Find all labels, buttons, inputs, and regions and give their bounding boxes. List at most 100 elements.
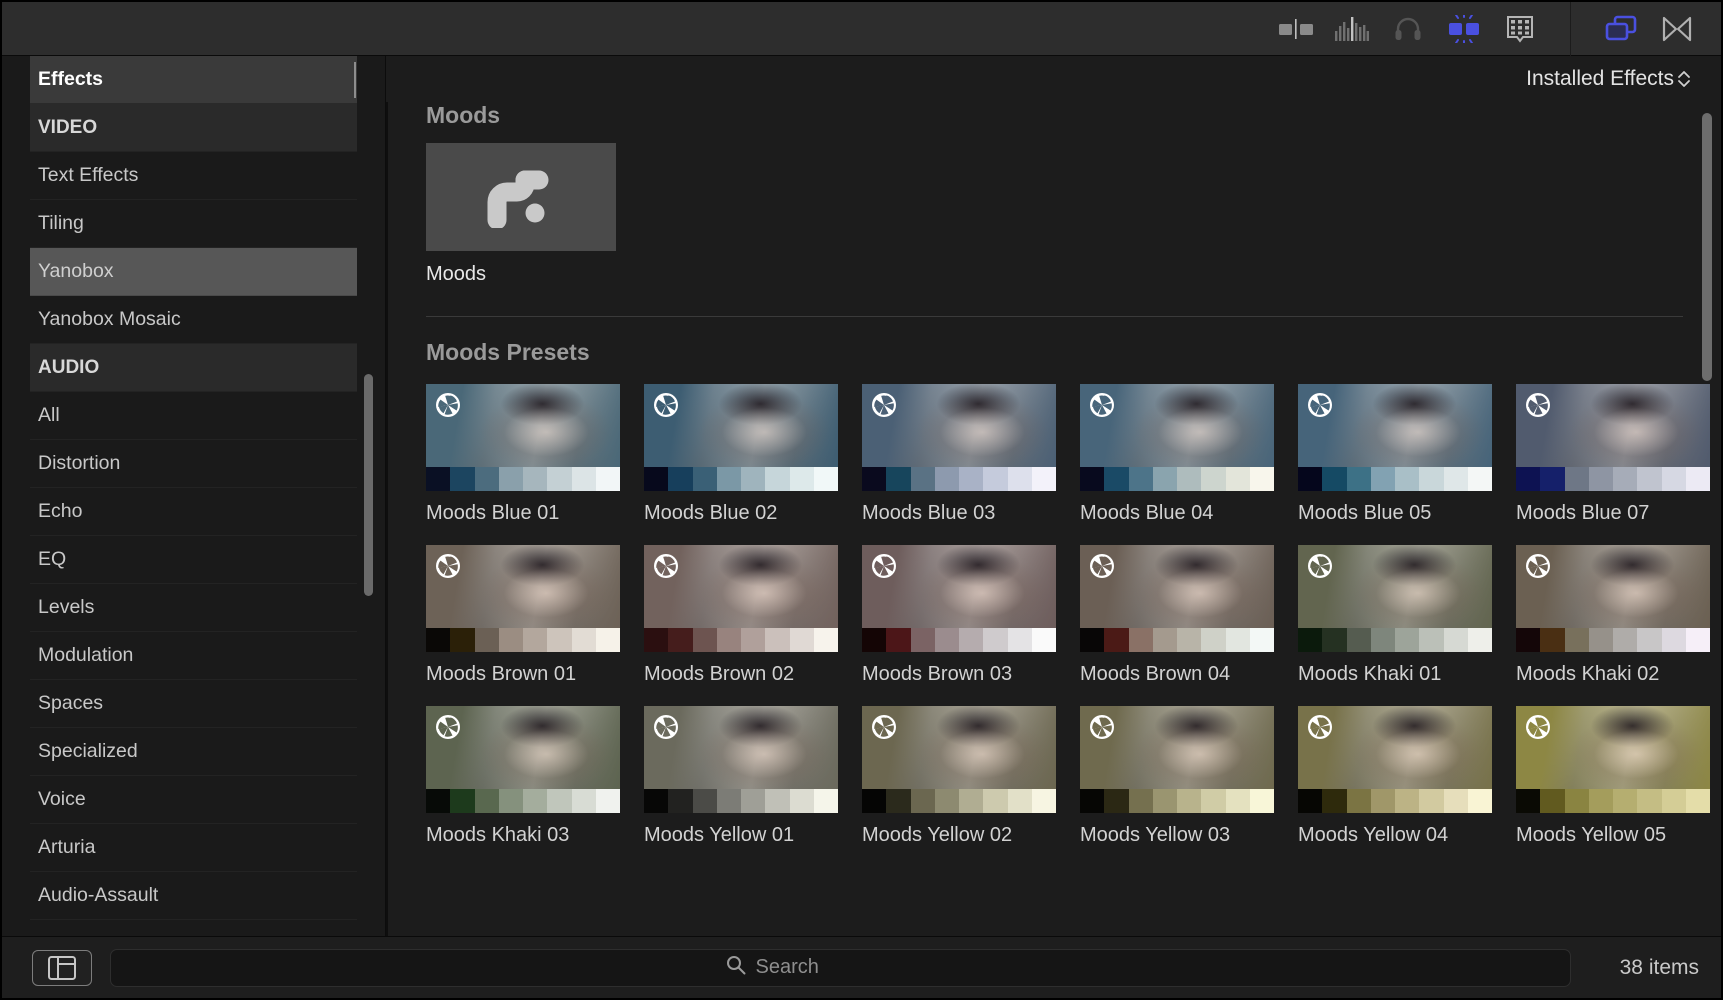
split-clip-icon[interactable] xyxy=(1268,2,1324,56)
preset-item[interactable]: Moods Blue 03 xyxy=(862,384,1080,525)
film-strip-icon[interactable] xyxy=(1492,2,1548,56)
preset-thumbnail[interactable] xyxy=(1516,706,1710,813)
sidebar-item-yanobox-mosaic[interactable]: Yanobox Mosaic xyxy=(30,296,357,344)
palette-swatch xyxy=(1201,467,1225,491)
window-layout-icon[interactable] xyxy=(1593,2,1649,56)
palette-swatch xyxy=(1153,789,1177,813)
preset-thumbnail[interactable] xyxy=(1298,706,1492,813)
sidebar-item-audio[interactable]: AUDIO xyxy=(30,344,357,392)
effects-browser-icon[interactable] xyxy=(1436,2,1492,56)
preset-item[interactable]: Moods Brown 01 xyxy=(426,545,644,686)
sidebar-item-eq[interactable]: EQ xyxy=(30,536,357,584)
installed-effects-dropdown[interactable]: Installed Effects xyxy=(1526,67,1691,91)
sidebar-item-tiling[interactable]: Tiling xyxy=(30,200,357,248)
palette-swatch xyxy=(1032,628,1056,652)
sidebar-item-all[interactable]: All xyxy=(30,392,357,440)
preset-item[interactable]: Moods Khaki 03 xyxy=(426,706,644,847)
preset-thumbnail[interactable] xyxy=(1080,706,1274,813)
preset-label: Moods Yellow 03 xyxy=(1080,824,1298,847)
preset-item[interactable]: Moods Blue 01 xyxy=(426,384,644,525)
preset-thumbnail[interactable] xyxy=(426,545,620,652)
sidebar-item-label: Spaces xyxy=(38,692,103,715)
sidebar-item-label: EQ xyxy=(38,548,66,571)
preset-thumbnail[interactable] xyxy=(862,545,1056,652)
audio-waveform-icon[interactable] xyxy=(1324,2,1380,56)
moods-effect-thumbnail[interactable] xyxy=(426,143,616,251)
preset-item[interactable]: Moods Brown 02 xyxy=(644,545,862,686)
sidebar-item-arturia[interactable]: Arturia xyxy=(30,824,357,872)
palette-swatch xyxy=(862,628,886,652)
preset-item[interactable]: Moods Blue 05 xyxy=(1298,384,1516,525)
search-field[interactable] xyxy=(110,949,1571,987)
content-header: Installed Effects xyxy=(386,56,1721,102)
headphones-icon[interactable] xyxy=(1380,2,1436,56)
preset-item[interactable]: Moods Yellow 02 xyxy=(862,706,1080,847)
preset-item[interactable]: Moods Yellow 03 xyxy=(1080,706,1298,847)
preset-item[interactable]: Moods Khaki 01 xyxy=(1298,545,1516,686)
sidebar-header-resize-handle[interactable] xyxy=(354,62,356,98)
preset-thumbnail[interactable] xyxy=(426,706,620,813)
sidebar-item-video[interactable]: VIDEO xyxy=(30,104,357,152)
preset-item[interactable]: Moods Brown 03 xyxy=(862,545,1080,686)
palette-swatch xyxy=(1468,628,1492,652)
preset-thumbnail[interactable] xyxy=(644,706,838,813)
sidebar-item-voice[interactable]: Voice xyxy=(30,776,357,824)
aperture-icon xyxy=(1307,714,1333,740)
sidebar-item-label: Yanobox Mosaic xyxy=(38,308,181,331)
preset-item[interactable]: Moods Brown 04 xyxy=(1080,545,1298,686)
palette-swatch xyxy=(1226,789,1250,813)
preset-thumbnail[interactable] xyxy=(1516,384,1710,491)
preset-label: Moods Blue 05 xyxy=(1298,502,1516,525)
palette-swatch xyxy=(1080,789,1104,813)
search-input[interactable] xyxy=(756,956,956,979)
sidebar-toggle-icon[interactable] xyxy=(32,950,92,986)
sidebar-item-spaces[interactable]: Spaces xyxy=(30,680,357,728)
preset-thumbnail[interactable] xyxy=(1080,384,1274,491)
preset-color-palette xyxy=(1080,628,1274,652)
effects-content-panel: Installed Effects Moods xyxy=(386,56,1721,936)
preset-item[interactable]: Moods Khaki 02 xyxy=(1516,545,1721,686)
preset-thumbnail[interactable] xyxy=(1080,545,1274,652)
content-scroll-area[interactable]: Moods Moods Moods Presets Moods Blue 01M… xyxy=(386,102,1721,936)
preset-item[interactable]: Moods Yellow 01 xyxy=(644,706,862,847)
preset-item[interactable]: Moods Blue 02 xyxy=(644,384,862,525)
preset-thumbnail[interactable] xyxy=(1298,384,1492,491)
sidebar-item-echo[interactable]: Echo xyxy=(30,488,357,536)
sidebar-item-levels[interactable]: Levels xyxy=(30,584,357,632)
palette-swatch xyxy=(1637,789,1661,813)
preset-thumbnail[interactable] xyxy=(862,384,1056,491)
preset-thumbnail[interactable] xyxy=(644,545,838,652)
preset-item[interactable]: Moods Yellow 04 xyxy=(1298,706,1516,847)
moods-effect-item[interactable]: Moods xyxy=(426,143,616,286)
sidebar-item-specialized[interactable]: Specialized xyxy=(30,728,357,776)
sidebar-item-modulation[interactable]: Modulation xyxy=(30,632,357,680)
palette-swatch xyxy=(450,467,474,491)
preset-thumbnail[interactable] xyxy=(1298,545,1492,652)
palette-swatch xyxy=(1540,789,1564,813)
palette-swatch xyxy=(1468,789,1492,813)
palette-swatch xyxy=(1444,628,1468,652)
preset-item[interactable]: Moods Blue 07 xyxy=(1516,384,1721,525)
sidebar-item-distortion[interactable]: Distortion xyxy=(30,440,357,488)
sidebar-item-label: Yanobox xyxy=(38,260,114,283)
preset-label: Moods Blue 07 xyxy=(1516,502,1721,525)
preset-thumbnail[interactable] xyxy=(644,384,838,491)
sidebar-scrollbar[interactable] xyxy=(364,374,373,596)
preset-thumbnail[interactable] xyxy=(1516,545,1710,652)
sidebar-item-audio-assault[interactable]: Audio-Assault xyxy=(30,872,357,920)
aperture-icon xyxy=(653,714,679,740)
preset-thumbnail[interactable] xyxy=(426,384,620,491)
palette-swatch xyxy=(1540,628,1564,652)
preset-color-palette xyxy=(862,628,1056,652)
palette-swatch xyxy=(1589,628,1613,652)
sidebar-item-label: Arturia xyxy=(38,836,95,859)
sidebar-item-yanobox[interactable]: Yanobox xyxy=(30,248,357,296)
content-scrollbar[interactable] xyxy=(1702,113,1712,381)
sidebar-list[interactable]: EffectsVIDEOText EffectsTilingYanoboxYan… xyxy=(30,56,357,926)
sidebar-item-text-effects[interactable]: Text Effects xyxy=(30,152,357,200)
preset-item[interactable]: Moods Blue 04 xyxy=(1080,384,1298,525)
preset-item[interactable]: Moods Yellow 05 xyxy=(1516,706,1721,847)
palette-swatch xyxy=(668,628,692,652)
timeline-index-icon[interactable] xyxy=(1649,2,1705,56)
preset-thumbnail[interactable] xyxy=(862,706,1056,813)
